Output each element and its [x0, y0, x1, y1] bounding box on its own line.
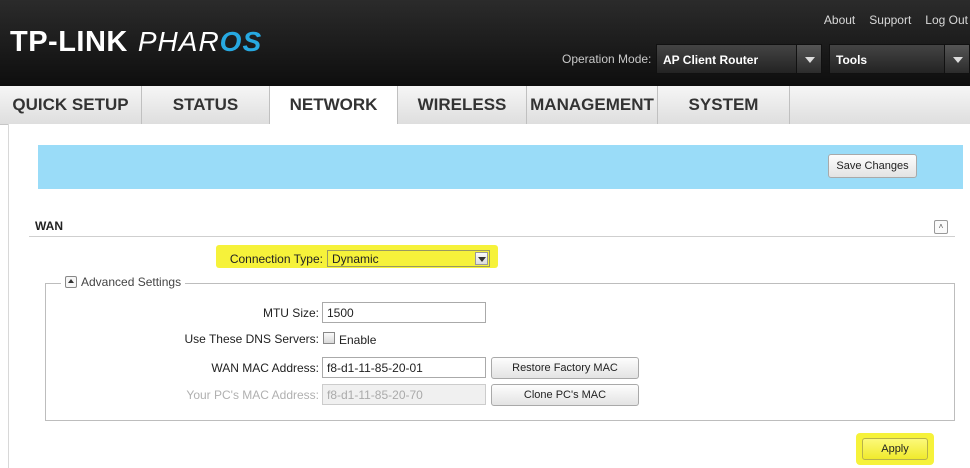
tab-management[interactable]: MANAGEMENT — [527, 86, 658, 124]
collapse-toggle-icon[interactable] — [65, 276, 77, 288]
wan-mac-input[interactable]: f8-d1-11-85-20-01 — [322, 357, 486, 378]
tools-select[interactable]: Tools — [829, 44, 970, 74]
advanced-settings-legend: Advanced Settings — [61, 275, 186, 289]
operation-mode-select[interactable]: AP Client Router — [656, 44, 822, 74]
connection-type-select[interactable]: Dynamic — [327, 250, 490, 267]
logo: TP-LINK PHAROS — [10, 26, 262, 60]
dns-enable-checkbox[interactable] — [323, 332, 335, 344]
wan-mac-label: WAN MAC Address: — [211, 361, 319, 375]
chevron-down-icon — [475, 252, 488, 265]
collapse-up-icon[interactable]: ˄ — [934, 220, 948, 234]
save-bar — [38, 145, 963, 189]
tab-wireless[interactable]: WIRELESS — [398, 86, 527, 124]
dns-enable-label: Enable — [339, 333, 377, 347]
tools-value: Tools — [836, 53, 868, 67]
save-changes-button[interactable]: Save Changes — [828, 154, 917, 178]
restore-factory-mac-button[interactable]: Restore Factory MAC — [491, 357, 639, 379]
chevron-down-icon — [796, 45, 821, 73]
content-panel: Save Changes WAN ˄ Connection Type: Dyna… — [8, 124, 970, 468]
about-link[interactable]: About — [824, 13, 855, 27]
chevron-down-icon — [944, 45, 969, 73]
section-title: WAN — [35, 219, 63, 233]
tab-status[interactable]: STATUS — [142, 86, 270, 124]
pc-mac-input: f8-d1-11-85-20-70 — [322, 384, 486, 405]
connection-type-label: Connection Type: — [229, 252, 323, 266]
section-divider — [29, 236, 955, 237]
dns-servers-label: Use These DNS Servers: — [184, 332, 320, 346]
main-nav: QUICK SETUP STATUS NETWORK WIRELESS MANA… — [0, 86, 970, 125]
operation-mode-value: AP Client Router — [663, 53, 759, 67]
connection-type-value: Dynamic — [332, 252, 379, 266]
product-name-part2: OS — [219, 26, 263, 57]
top-links: About Support Log Out — [824, 13, 968, 27]
tab-network[interactable]: NETWORK — [270, 86, 398, 124]
pc-mac-label: Your PC's MAC Address: — [186, 388, 319, 402]
product-name-part1: PHAR — [137, 26, 220, 57]
mtu-input[interactable]: 1500 — [322, 302, 486, 323]
apply-button[interactable]: Apply — [862, 438, 928, 460]
advanced-settings-label: Advanced Settings — [81, 275, 182, 289]
header: TP-LINK PHAROS About Support Log Out Ope… — [0, 0, 970, 86]
clone-pc-mac-button[interactable]: Clone PC's MAC — [491, 384, 639, 406]
logout-link[interactable]: Log Out — [925, 13, 968, 27]
operation-mode-label: Operation Mode: — [562, 52, 652, 66]
support-link[interactable]: Support — [869, 13, 911, 27]
brand-name: TP-LINK — [10, 26, 128, 58]
mtu-label: MTU Size: — [262, 306, 319, 320]
product-name: PHAROS — [138, 26, 262, 58]
tab-quick-setup[interactable]: QUICK SETUP — [0, 86, 142, 124]
tab-system[interactable]: SYSTEM — [658, 86, 790, 124]
